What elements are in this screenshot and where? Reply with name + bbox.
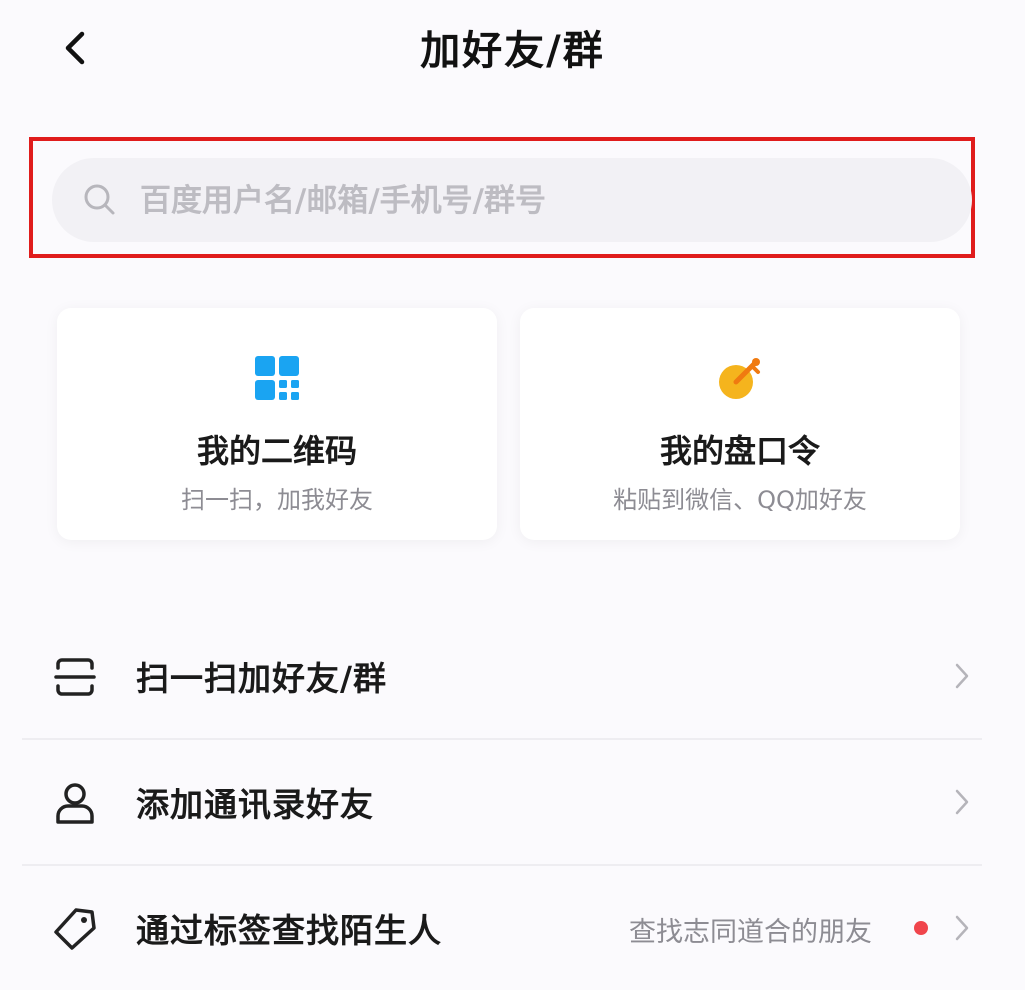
- list-item-contacts[interactable]: 添加通讯录好友: [22, 740, 982, 864]
- header: 加好友/群: [0, 0, 1025, 100]
- chevron-right-icon: [955, 789, 969, 815]
- my-qr-code-card[interactable]: 我的二维码 扫一扫，加我好友: [57, 308, 497, 540]
- card-title: 我的盘口令: [659, 432, 820, 470]
- list-item-label: 添加通讯录好友: [136, 785, 374, 824]
- card-title: 我的二维码: [196, 432, 357, 470]
- key-icon: [719, 358, 760, 399]
- list-item-label: 通过标签查找陌生人: [136, 911, 442, 950]
- qr-code-icon: [255, 356, 299, 400]
- search-bar[interactable]: [52, 158, 972, 242]
- list-item-label: 扫一扫加好友/群: [136, 659, 388, 698]
- card-subtitle: 扫一扫，加我好友: [181, 486, 373, 514]
- notification-dot: [914, 921, 928, 935]
- search-icon: [84, 184, 115, 215]
- my-pan-command-card[interactable]: 我的盘口令 粘贴到微信、QQ加好友: [520, 308, 960, 540]
- chevron-right-icon: [955, 663, 969, 689]
- list-item-hint: 查找志同道合的朋友: [629, 917, 872, 948]
- person-icon: [56, 783, 94, 824]
- tag-icon: [54, 908, 96, 950]
- search-input[interactable]: [138, 176, 942, 226]
- card-subtitle: 粘贴到微信、QQ加好友: [613, 486, 867, 514]
- page-title: 加好友/群: [420, 28, 605, 74]
- chevron-right-icon: [955, 915, 969, 941]
- list-item-scan-add[interactable]: 扫一扫加好友/群: [22, 614, 982, 738]
- list-item-tag-search[interactable]: 通过标签查找陌生人 查找志同道合的朋友: [22, 866, 982, 990]
- scan-icon: [54, 658, 96, 696]
